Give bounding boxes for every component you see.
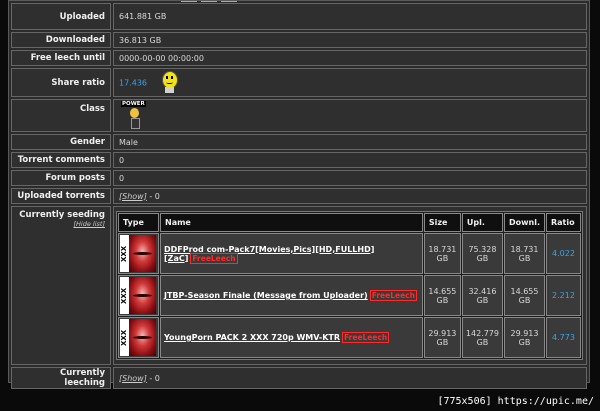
ratio-value: 2.212 — [546, 275, 581, 316]
torrent-name-cell: YoungPorn PACK 2 XXX 720p WMV-KTR FreeLee… — [160, 317, 423, 358]
col-upl: Upl. — [461, 213, 503, 232]
uploaded-torrents-show-link[interactable]: [Show] — [119, 192, 147, 201]
uploaded-torrents-cell: [Show] - 0 — [113, 188, 587, 204]
profile-panel: Uploaded 641.881 GB Downloaded 36.813 GB… — [8, 0, 590, 389]
downl-value: 18.731 GB — [503, 233, 545, 274]
upl-value: 75.328 GB — [461, 233, 503, 274]
size-value: 29.913 GB — [423, 317, 461, 358]
table-row: XXX YoungPorn PACK 2 XXX 720p WMV-KTR Fre… — [118, 317, 581, 358]
currently-leeching-label: Currently leeching — [11, 367, 111, 389]
downloaded-label: Downloaded — [11, 32, 111, 48]
uploaded-torrents-label: Uploaded torrents — [11, 188, 111, 204]
share-ratio-cell: 17.436 — [113, 68, 587, 97]
upl-value: 32.416 GB — [461, 275, 503, 316]
downloaded-value: 36.813 GB — [113, 32, 587, 48]
table-row: XXX JTBP-Season Finale (Message from Upl… — [118, 275, 581, 316]
share-ratio-value: 17.436 — [119, 78, 147, 87]
torrent-link[interactable]: JTBP-Season Finale (Message from Uploade… — [164, 291, 368, 300]
col-name: Name — [160, 213, 423, 232]
hide-list-link[interactable]: [Hide list] — [73, 220, 105, 228]
smiley-icon — [156, 70, 182, 95]
currently-leeching-show-link[interactable]: [Show] — [119, 374, 147, 383]
class-cell: POWER — [113, 99, 587, 132]
uploaded-value: 641.881 GB — [113, 3, 587, 30]
currently-leeching-cell: [Show] - 0 — [113, 367, 587, 389]
torrent-comments-label: Torrent comments — [11, 152, 111, 168]
upl-value: 142.779 GB — [461, 317, 503, 358]
col-ratio: Ratio — [546, 213, 581, 232]
col-size: Size — [423, 213, 461, 232]
share-ratio-label: Share ratio — [11, 68, 111, 97]
currently-leeching-count: - 0 — [146, 373, 160, 383]
gender-label: Gender — [11, 134, 111, 150]
type-cell[interactable]: XXX — [118, 317, 159, 358]
downl-value: 14.655 GB — [503, 275, 545, 316]
uploaded-torrents-count: - 0 — [146, 191, 160, 201]
forum-posts-value: 0 — [113, 170, 587, 186]
freeleech-label: Free leech until — [11, 50, 111, 66]
freeleech-badge: FreeLeech — [369, 290, 417, 301]
seeding-table: Type Name Size Upl. Downl. Ratio XXX DDF… — [116, 211, 583, 360]
freeleech-value: 0000-00-00 00:00:00 — [113, 50, 587, 66]
currently-seeding-label: Currently seeding — [19, 210, 105, 220]
top-links — [181, 1, 241, 3]
freeleech-badge: FreeLeech — [342, 332, 390, 343]
watermark: [775x506] https://upic.me/ — [437, 396, 594, 407]
size-value: 18.731 GB — [423, 233, 461, 274]
seeding-table-cell: Type Name Size Upl. Downl. Ratio XXX DDF… — [113, 206, 587, 365]
torrent-link[interactable]: YoungPorn PACK 2 XXX 720p WMV-KTR — [164, 333, 340, 342]
size-value: 14.655 GB — [423, 275, 461, 316]
gender-value: Male — [113, 134, 587, 150]
currently-seeding-cell: Currently seeding [Hide list] — [11, 206, 111, 365]
class-label: Class — [11, 99, 111, 132]
uploaded-label: Uploaded — [11, 3, 111, 30]
type-cell[interactable]: XXX — [118, 233, 159, 274]
torrent-comments-value: 0 — [113, 152, 587, 168]
freeleech-badge: FreeLeech — [190, 252, 238, 264]
torrent-name-cell: JTBP-Season Finale (Message from Uploade… — [160, 275, 423, 316]
type-cell[interactable]: XXX — [118, 275, 159, 316]
ratio-value: 4.022 — [546, 233, 581, 274]
torrent-name-cell: DDFProd com-Pack7[Movies,Pics][HD,FULLHD… — [160, 233, 423, 274]
ratio-value: 4.773 — [546, 317, 581, 358]
col-type: Type — [118, 213, 159, 232]
forum-posts-label: Forum posts — [11, 170, 111, 186]
power-user-class-icon: POWER — [121, 100, 151, 129]
xxx-category-icon[interactable]: XXX — [120, 235, 156, 272]
profile-table: Uploaded 641.881 GB Downloaded 36.813 GB… — [9, 1, 589, 391]
downl-value: 29.913 GB — [503, 317, 545, 358]
table-row: XXX DDFProd com-Pack7[Movies,Pics][HD,FU… — [118, 233, 581, 274]
col-downl: Downl. — [503, 213, 545, 232]
xxx-category-icon[interactable]: XXX — [120, 319, 156, 356]
xxx-category-icon[interactable]: XXX — [120, 277, 156, 314]
